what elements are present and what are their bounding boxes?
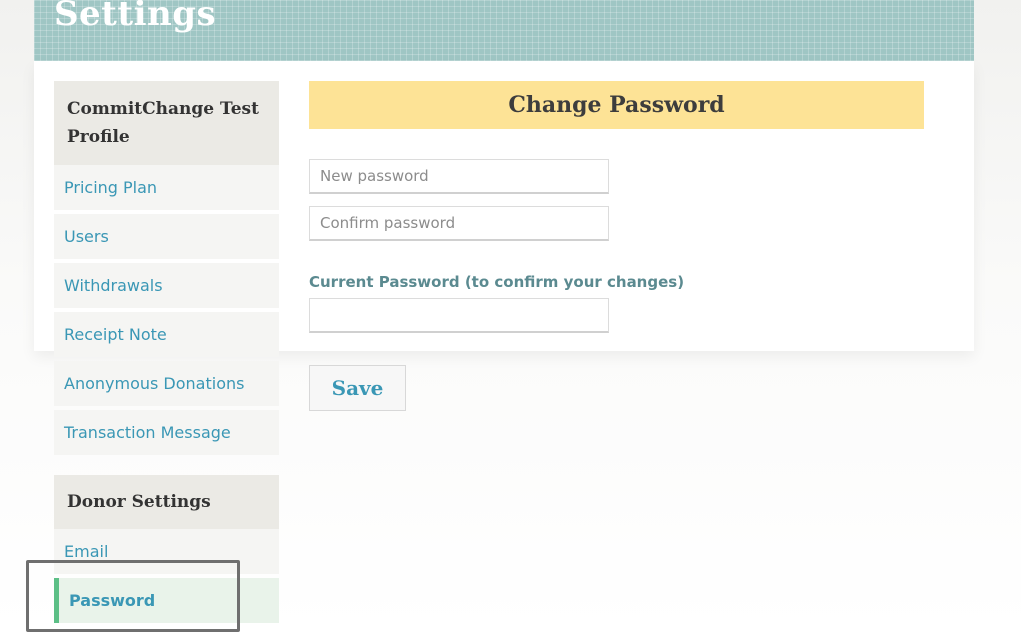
confirm-password-input[interactable]: [309, 206, 609, 241]
sidebar-item-users[interactable]: Users: [54, 214, 279, 259]
form-title-bar: Change Password: [309, 81, 924, 129]
current-password-input[interactable]: [309, 298, 609, 333]
sidebar-item-email[interactable]: Email: [54, 529, 279, 574]
sidebar-item-password[interactable]: Password: [54, 578, 279, 623]
sidebar-item-anonymous-donations[interactable]: Anonymous Donations: [54, 361, 279, 406]
settings-sidebar: CommitChange Test Profile Pricing Plan U…: [54, 81, 279, 623]
page-title: Settings: [54, 0, 217, 34]
form-title: Change Password: [508, 92, 725, 118]
sidebar-item-receipt-note[interactable]: Receipt Note: [54, 312, 279, 357]
sidebar-section-title-profile: CommitChange Test Profile: [54, 81, 279, 165]
new-password-input[interactable]: [309, 159, 609, 194]
sidebar-item-transaction-message[interactable]: Transaction Message: [54, 410, 279, 455]
sidebar-item-withdrawals[interactable]: Withdrawals: [54, 263, 279, 308]
settings-banner: Settings: [34, 0, 974, 61]
current-password-label: Current Password (to confirm your change…: [309, 273, 685, 291]
sidebar-section-title-donor: Donor Settings: [54, 475, 279, 529]
save-button[interactable]: Save: [309, 365, 406, 411]
sidebar-item-pricing-plan[interactable]: Pricing Plan: [54, 165, 279, 210]
